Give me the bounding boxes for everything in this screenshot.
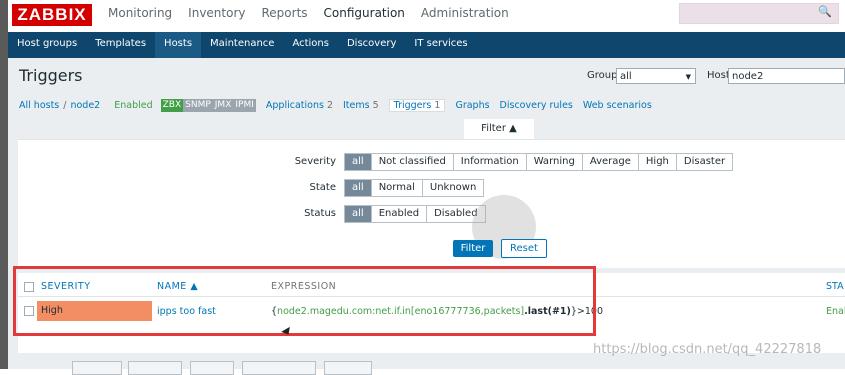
severity-not-classified[interactable]: Not classified [371, 154, 454, 170]
filter-button[interactable]: Filter [453, 240, 493, 257]
status-enabled[interactable]: Enabled [371, 206, 428, 222]
severity-warning[interactable]: Warning [526, 154, 583, 170]
status-options: all Enabled Disabled [344, 205, 486, 223]
filter-tab[interactable]: Filter ▲ [464, 119, 534, 139]
main-menu: Monitoring Inventory Reports Configurati… [100, 0, 517, 28]
state-options: all Normal Unknown [344, 179, 485, 197]
host-label: Host [707, 70, 730, 81]
mass-action-button-3[interactable] [190, 361, 234, 375]
badge-ipmi: IPMI [233, 98, 256, 112]
zabbix-logo[interactable]: ZABBIX [12, 4, 92, 26]
page-title: Triggers [19, 66, 83, 85]
mass-action-button-4[interactable] [242, 361, 316, 375]
submenu-discovery[interactable]: Discovery [338, 32, 405, 58]
availability-badges: ZBX SNMP JMX IPMI [160, 98, 256, 112]
nav-triggers[interactable]: Triggers 1 [388, 98, 446, 112]
badge-snmp: SNMP [183, 98, 213, 112]
host-field[interactable]: node2 [728, 68, 845, 84]
severity-high[interactable]: High [638, 154, 677, 170]
host-status-enabled[interactable]: Enabled [114, 100, 152, 111]
group-label: Group [587, 70, 618, 81]
reset-button[interactable]: Reset [501, 239, 547, 258]
nav-graphs[interactable]: Graphs [455, 100, 489, 111]
breadcrumb-separator: / [63, 99, 67, 111]
mass-action-button-2[interactable] [128, 361, 182, 375]
submenu-templates[interactable]: Templates [86, 32, 155, 58]
group-select-value: all [620, 71, 632, 82]
severity-all[interactable]: all [345, 154, 372, 170]
search-input[interactable]: 🔍 [679, 3, 839, 24]
state-all[interactable]: all [345, 180, 372, 196]
severity-label: Severity [294, 156, 336, 167]
severity-options: all Not classified Information Warning A… [344, 153, 734, 171]
menu-inventory[interactable]: Inventory [180, 0, 253, 28]
submenu-hosts[interactable]: Hosts [155, 32, 202, 58]
nav-applications[interactable]: Applications 2 [266, 100, 333, 111]
severity-information[interactable]: Information [453, 154, 527, 170]
mass-action-button-5[interactable] [324, 361, 372, 375]
menu-monitoring[interactable]: Monitoring [100, 0, 180, 28]
chevron-down-icon: ▼ [685, 73, 691, 81]
group-select[interactable]: all ▼ [616, 68, 696, 84]
submenu-host-groups[interactable]: Host groups [8, 32, 86, 58]
mass-action-button-1[interactable] [72, 361, 122, 375]
severity-disaster[interactable]: Disaster [676, 154, 733, 170]
state-label: State [309, 182, 336, 193]
submenu-actions[interactable]: Actions [283, 32, 338, 58]
submenu-maintenance[interactable]: Maintenance [201, 32, 283, 58]
sub-menu: Host groups Templates Hosts Maintenance … [8, 32, 845, 58]
nav-web-scenarios[interactable]: Web scenarios [583, 100, 652, 111]
host-link[interactable]: node2 [70, 100, 100, 111]
submenu-it-services[interactable]: IT services [405, 32, 476, 58]
badge-jmx: JMX [212, 98, 234, 112]
search-icon[interactable]: 🔍 [818, 5, 832, 18]
all-hosts-link[interactable]: All hosts [19, 100, 59, 111]
severity-average[interactable]: Average [582, 154, 639, 170]
state-normal[interactable]: Normal [371, 180, 423, 196]
host-navigation: All hosts / node2 Enabled ZBX SNMP JMX I… [19, 96, 662, 114]
status-all[interactable]: all [345, 206, 372, 222]
menu-configuration[interactable]: Configuration [316, 0, 413, 28]
menu-administration[interactable]: Administration [413, 0, 517, 28]
csdn-watermark: https://blog.csdn.net/qq_42227818 [593, 342, 822, 357]
status-label: Status [304, 208, 336, 219]
state-unknown[interactable]: Unknown [422, 180, 484, 196]
menu-reports[interactable]: Reports [254, 0, 316, 28]
highlight-annotation-box [13, 266, 596, 336]
nav-discovery-rules[interactable]: Discovery rules [500, 100, 573, 111]
badge-zbx: ZBX [160, 98, 184, 112]
column-status[interactable]: STA [826, 281, 844, 292]
left-window-edge [0, 0, 8, 369]
trigger-status-link[interactable]: Enal [826, 306, 845, 317]
nav-items[interactable]: Items 5 [343, 100, 379, 111]
